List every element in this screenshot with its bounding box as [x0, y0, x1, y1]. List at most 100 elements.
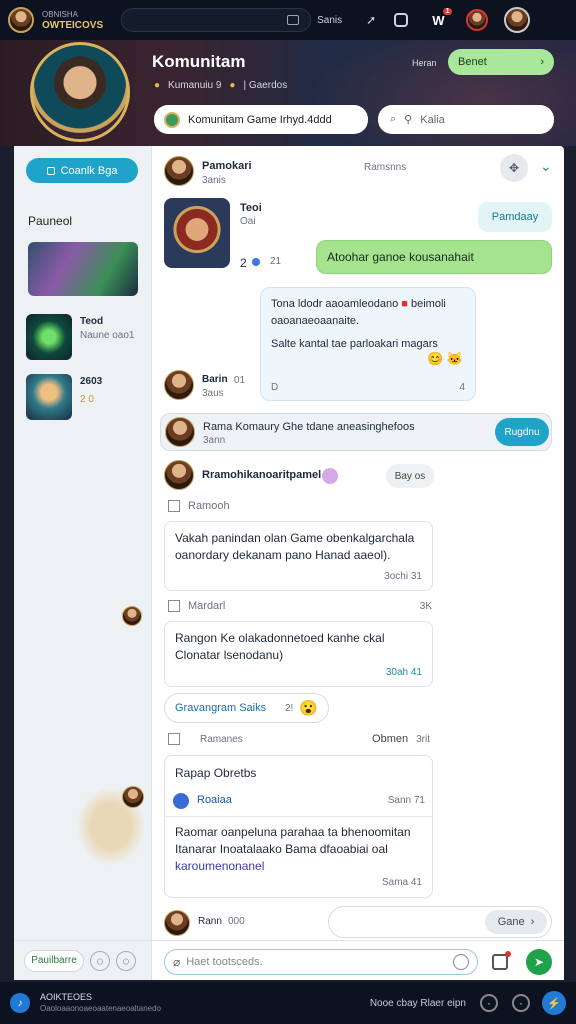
reply-chip[interactable]: Pamdaay — [478, 202, 552, 232]
emoji-reactions[interactable]: 😊 🐱 — [427, 350, 463, 367]
profile-avatar[interactable] — [504, 7, 531, 33]
post-card-2[interactable]: Rangon Ke olakadonnetoed kanhe ckal Clon… — [164, 621, 433, 687]
thread-badge[interactable]: Bay os — [386, 464, 434, 488]
emoji-icon[interactable] — [453, 954, 469, 970]
cursor-icon[interactable]: ➚ — [366, 13, 376, 27]
message-2-avatar[interactable] — [164, 370, 194, 400]
sidebar-footer: Pauilbarre ◌ ◌ — [14, 940, 152, 980]
post-card-3-title: Rapap Obretbs — [175, 766, 257, 780]
last-message-avatar[interactable] — [164, 910, 190, 936]
brand: OBNISHA OWTEICOVS — [42, 9, 103, 31]
send-button[interactable]: ➤ — [526, 949, 552, 975]
blue-line-2: oaoanaeoaanaite. — [271, 315, 360, 327]
play-button[interactable]: ⚡ — [542, 991, 566, 1015]
post-card-1-meta: 3ochi 31 — [384, 571, 422, 582]
sidebar-footer-button[interactable]: Pauilbarre — [24, 949, 84, 972]
green-bubble[interactable]: Atoohar ganoe kousanahait — [316, 240, 552, 274]
composer: ⌀ Haet tootsceds. ➤ — [152, 940, 564, 980]
message-1-name: Teoi — [240, 202, 262, 214]
section-2-label: Mardarl — [188, 600, 226, 612]
send-chip[interactable]: Gane › — [485, 910, 547, 934]
sidebar-item-subtitle: Naune oao1 — [80, 330, 135, 341]
image-upload-icon[interactable] — [492, 951, 511, 970]
message-input[interactable]: ⌀ Haet tootsceds. — [164, 949, 478, 975]
chevron-down-icon[interactable]: ⌄ — [540, 158, 552, 175]
pin-icon[interactable]: ✥ — [500, 154, 528, 182]
section-3-header: Ramanes Obmen 3rit — [168, 733, 430, 745]
hero-title: Komunitam — [152, 52, 246, 71]
chat-status: 3anis — [202, 175, 226, 186]
sidebar: Coanlk Bga Pauneol Teod Naune oao1 2603 … — [14, 146, 152, 980]
share-icon[interactable]: · — [512, 994, 530, 1012]
chat-name: Pamokari — [202, 160, 252, 172]
hero-menu-label[interactable]: Heran — [412, 58, 437, 68]
floating-avatar[interactable] — [122, 606, 142, 626]
attach-icon[interactable]: ⌀ — [173, 955, 180, 969]
floating-avatar[interactable] — [122, 786, 144, 808]
top-search-input[interactable] — [121, 8, 312, 32]
sidebar-primary-button[interactable]: Coanlk Bga — [26, 158, 138, 183]
post-card-3-line2: Itanarar Inoatalaako Bama dfaoabiai oal — [175, 842, 388, 856]
quick-reply-box[interactable]: Gane › — [328, 906, 552, 938]
top-bar: OBNISHA OWTEICOVS Sanis ➚ W 1 — [0, 0, 576, 40]
bottom-line1: AOIKTEOES — [40, 992, 93, 1002]
message-2-sub: 3aus — [202, 388, 224, 399]
options-icon[interactable]: ◌ — [116, 950, 136, 971]
sidebar-item-2603[interactable]: 2603 2 0 — [26, 374, 146, 420]
section-3-label: Ramanes — [200, 733, 243, 745]
sidebar-featured-thumbnail[interactable] — [28, 242, 138, 296]
blue-line-1b-text: beimoli — [411, 298, 446, 310]
community-name-chip[interactable]: Komunitam Game Irhyd.4ddd — [154, 105, 368, 134]
blue-bubble[interactable]: Tona ldodr aaoamleodano ■ beimoli oaoana… — [260, 287, 476, 401]
friend-avatar[interactable] — [466, 9, 489, 31]
post-card-3[interactable]: Rapap Obretbs Roaiaa Sann 71 Raomar oanp… — [164, 755, 433, 898]
thread-title: Rramohikanoaritpamel — [202, 469, 322, 481]
banner-sub: 3ann — [203, 435, 226, 446]
document-icon — [168, 500, 180, 512]
grid-icon[interactable] — [287, 15, 300, 25]
community-search-input[interactable]: ⌕ ⚲ Kalia — [378, 105, 554, 134]
announcement-banner[interactable]: Rama Komaury Ghe tdane aneasinghefoos 3a… — [160, 413, 552, 451]
settings-icon[interactable]: · — [480, 994, 498, 1012]
community-icon — [164, 111, 180, 128]
chat-header: Pamokari 3anis Ramsnns ✥ ⌄ — [164, 154, 556, 190]
bottom-right-text[interactable]: Nooe cbay Rlaer eipn — [370, 998, 466, 1009]
search-icon: ⌕ — [390, 113, 397, 125]
hero-meta-label: | Gaerdos — [243, 80, 288, 91]
settings-icon[interactable] — [394, 13, 409, 27]
post-card-1[interactable]: Vakah panindan olan Game obenkalgarchala… — [164, 521, 433, 591]
bottom-bar-text: AOIKTEOES Oaoloaaonoaeoaatenaeoaltanedo — [40, 992, 161, 1014]
reaction-chip[interactable]: Gravangram Saiks 2! 😮 — [164, 693, 329, 723]
post-card-1-line1: Vakah panindan olan Game obenkalgarchala — [175, 531, 415, 545]
message-2: Barin 01 3aus — [164, 370, 254, 402]
sidebar-item-teod[interactable]: Teod Naune oao1 — [26, 314, 146, 360]
message-1-avatar[interactable] — [164, 198, 230, 268]
reply-chip-label: Pamdaay — [491, 211, 539, 223]
banner-button[interactable]: Rugdnu — [495, 418, 549, 446]
chat-avatar[interactable] — [164, 156, 194, 186]
post-card-1-line2: oanordary dekanam pano Hanad aaeol). — [175, 548, 391, 562]
blue-footer-right: 4 — [459, 382, 465, 393]
join-button[interactable]: Benet › — [448, 49, 554, 75]
hero-meta: ● Kumanuiu 9 ● | Gaerdos — [154, 80, 287, 91]
thread-emoji-icon — [322, 468, 338, 484]
send-chip-label: Gane — [497, 916, 525, 928]
banner-button-label: Rugdnu — [504, 426, 540, 438]
user-avatar[interactable] — [8, 7, 34, 33]
section-3-right2: 3rit — [416, 733, 430, 745]
post-card-2-meta: 30ah 41 — [385, 667, 422, 678]
app-logo-icon[interactable]: ♪ — [10, 993, 30, 1013]
join-button-label: Benet — [458, 56, 487, 68]
last-message-row: Rann 000 Gane › — [164, 906, 556, 940]
section-1-label: Ramooh — [188, 500, 230, 512]
thread-avatar[interactable] — [164, 460, 194, 490]
chat-members-label: Ramsnns — [364, 162, 407, 173]
nav-link-sanis[interactable]: Sanis — [317, 15, 342, 26]
emoji-icon[interactable]: ◌ — [90, 950, 110, 971]
post-card-3-user-row: Roaiaa Sann 71 — [173, 792, 425, 809]
bell-icon[interactable]: W 1 — [432, 7, 453, 28]
message-1-reply-count: 21 — [270, 256, 282, 267]
post-card-2-line2: Clonatar lsenodanu) — [175, 648, 284, 662]
hero-banner: Komunitam ● Kumanuiu 9 ● | Gaerdos Heran… — [0, 40, 576, 146]
reaction-chip-count: 2! — [284, 702, 294, 714]
